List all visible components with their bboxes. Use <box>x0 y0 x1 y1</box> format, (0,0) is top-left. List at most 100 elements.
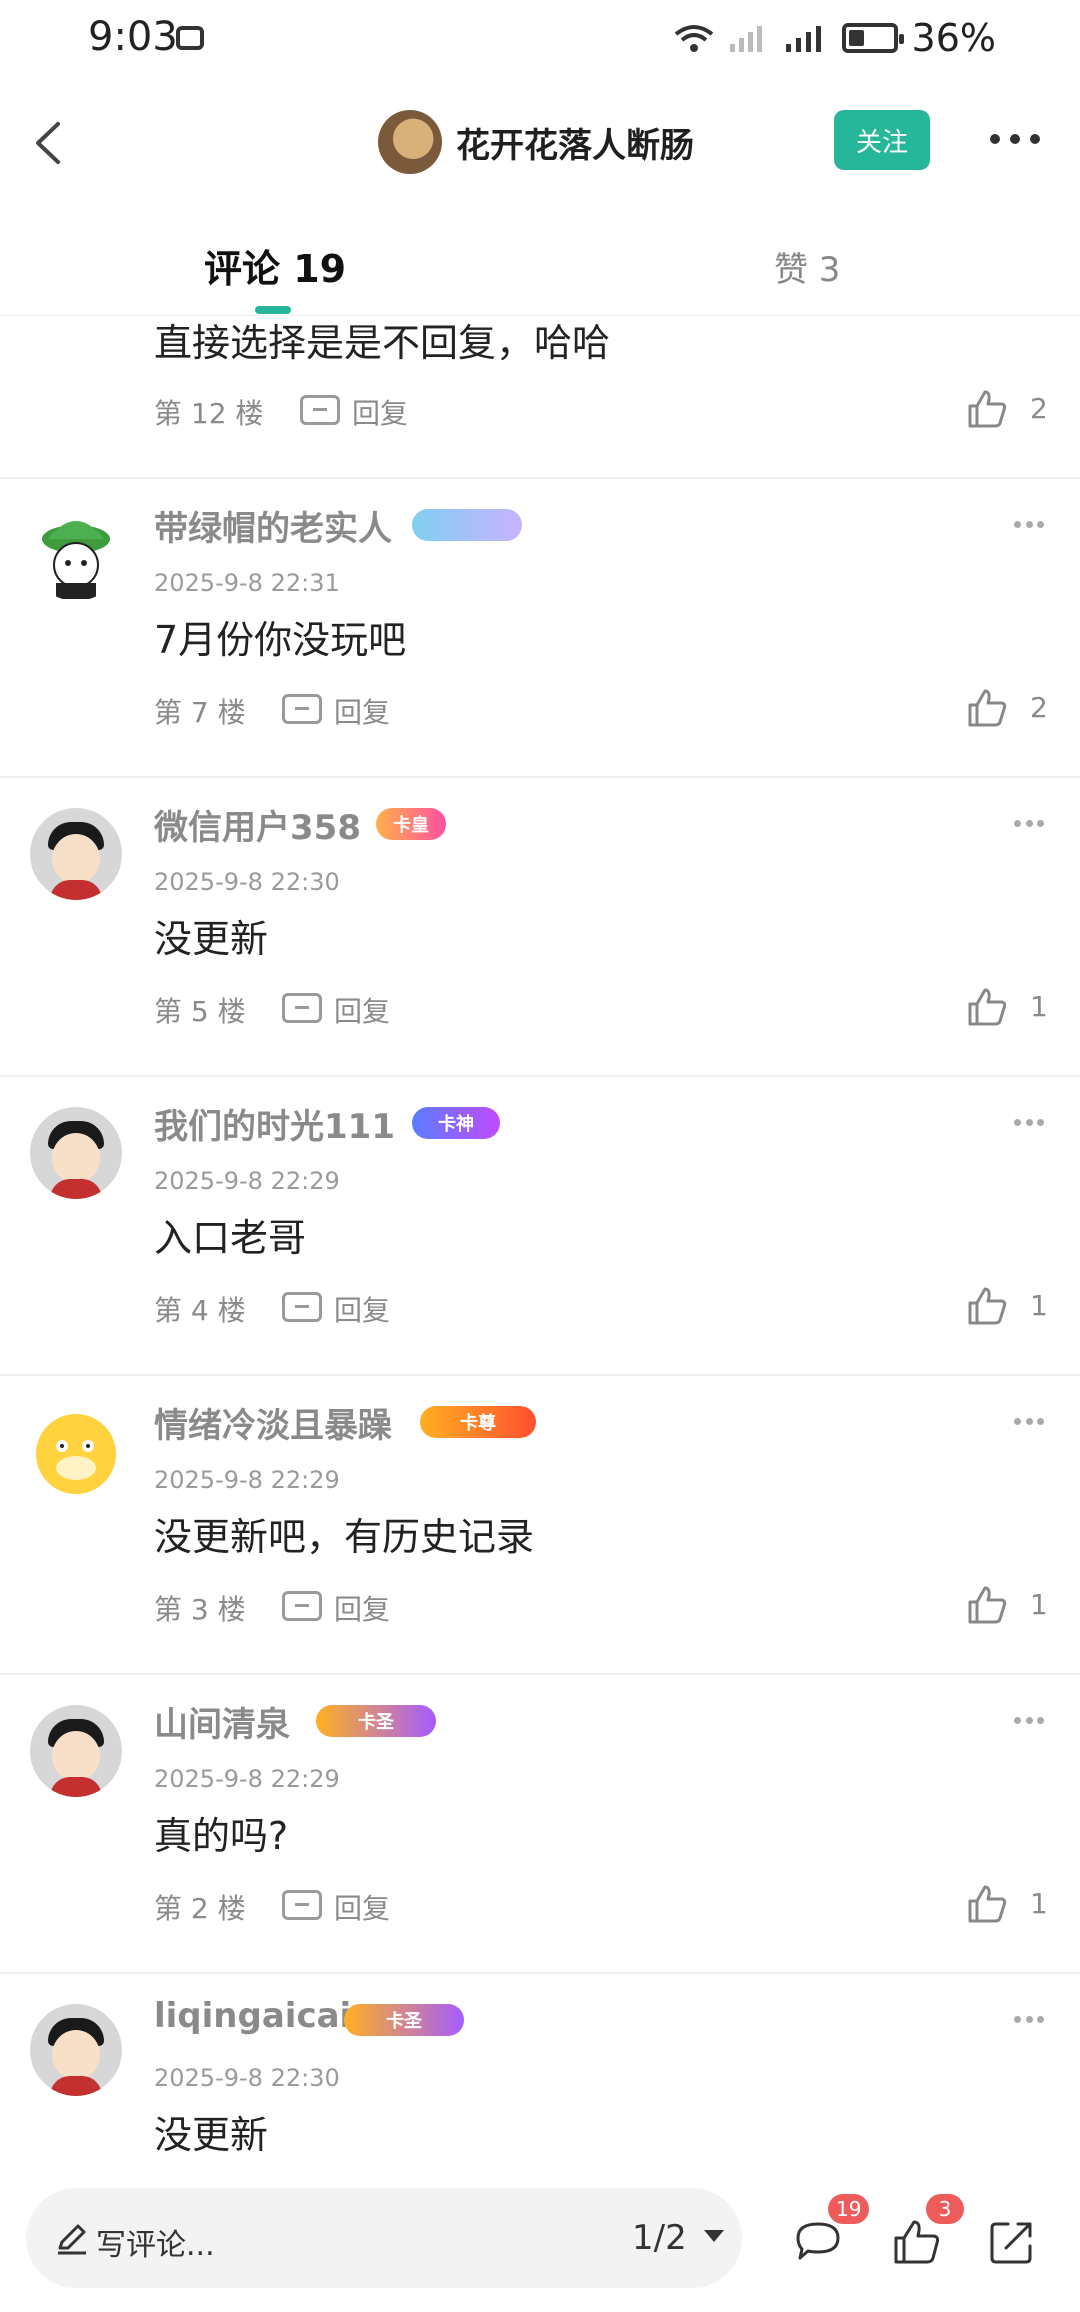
floor-number: 第 4 楼 <box>154 1294 246 1327</box>
header: 花开花落人断肠 关注 <box>0 96 1080 188</box>
chevron-down-icon[interactable] <box>704 2230 724 2242</box>
list-item: 微信用户358 卡皇 2025-9-8 22:30 没更新 第 5 楼 回复 1 <box>0 778 1080 1077</box>
reply-icon[interactable] <box>282 1591 322 1621</box>
comment-date: 2025-9-8 22:29 <box>154 1765 340 1793</box>
like-count: 2 <box>1030 691 1048 724</box>
back-icon[interactable] <box>24 116 78 170</box>
more-icon[interactable] <box>1014 1418 1044 1426</box>
thumbs-up-icon[interactable] <box>966 1883 1008 1925</box>
level-badge: 卡圣 <box>344 2004 464 2036</box>
comment-text: 没更新吧，有历史记录 <box>154 1515 535 1559</box>
like-count: 2 <box>1030 392 1048 425</box>
floor-number: 第 2 楼 <box>154 1892 246 1925</box>
tab-likes[interactable]: 赞 3 <box>774 242 840 291</box>
more-icon[interactable] <box>1014 1119 1044 1127</box>
likes-count-badge: 3 <box>926 2194 964 2224</box>
reply-button[interactable]: 回复 <box>352 392 408 432</box>
reply-icon[interactable] <box>282 993 322 1023</box>
username[interactable]: 情绪冷淡且暴躁 <box>154 1398 392 1447</box>
like-count: 1 <box>1030 990 1048 1023</box>
comment-date: 2025-9-8 22:30 <box>154 868 340 896</box>
floor-number: 第 12 楼 <box>154 397 264 430</box>
avatar[interactable] <box>30 808 122 900</box>
thumbs-up-icon[interactable] <box>966 1285 1008 1327</box>
pencil-icon <box>58 2224 86 2255</box>
list-item: 带绿帽的老实人 2025-9-8 22:31 7月份你没玩吧 第 7 楼 回复 … <box>0 479 1080 778</box>
more-icon[interactable] <box>1014 1717 1044 1725</box>
comment-text: 真的吗? <box>154 1814 289 1858</box>
tab-indicator <box>255 306 291 314</box>
battery-icon <box>841 23 904 53</box>
duck-avatar-icon <box>36 1414 116 1494</box>
comment-date: 2025-9-8 22:30 <box>154 2064 340 2092</box>
level-badge <box>412 509 522 541</box>
reply-button[interactable]: 回复 <box>334 1588 390 1628</box>
comment-placeholder: 写评论... <box>96 2228 215 2263</box>
level-badge: 卡皇 <box>376 808 446 840</box>
reply-button[interactable]: 回复 <box>334 1887 390 1927</box>
list-item: liqingaicai 卡圣 2025-9-8 22:30 没更新 <box>0 1974 1080 2180</box>
list-item: 我们的时光111 卡神 2025-9-8 22:29 入口老哥 第 4 楼 回复… <box>0 1077 1080 1376</box>
username[interactable]: liqingaicai <box>154 1996 351 2036</box>
level-badge: 卡圣 <box>316 1705 436 1737</box>
wifi-icon <box>674 25 713 52</box>
status-bar: 9:03 36% <box>0 0 1080 84</box>
floor-number: 第 3 楼 <box>154 1593 246 1626</box>
reply-icon[interactable] <box>282 694 322 724</box>
battery-percent: 36% <box>911 16 996 60</box>
avatar[interactable] <box>30 1107 122 1199</box>
comment-text: 没更新 <box>154 917 269 961</box>
reply-icon[interactable] <box>300 395 340 425</box>
floor-number: 第 5 楼 <box>154 995 246 1028</box>
username[interactable]: 我们的时光111 <box>154 1099 395 1148</box>
share-icon[interactable] <box>986 2216 1038 2268</box>
list-item: 山间清泉 卡圣 2025-9-8 22:29 真的吗? 第 2 楼 回复 1 <box>0 1675 1080 1974</box>
level-badge: 卡尊 <box>420 1406 536 1438</box>
reply-button[interactable]: 回复 <box>334 990 390 1030</box>
reply-button[interactable]: 回复 <box>334 1289 390 1329</box>
reply-button[interactable]: 回复 <box>334 691 390 731</box>
username[interactable]: 山间清泉 <box>154 1697 290 1746</box>
follow-button[interactable]: 关注 <box>834 110 930 170</box>
reply-icon[interactable] <box>282 1890 322 1920</box>
more-icon[interactable] <box>1014 2016 1044 2024</box>
status-indicators: 36% <box>674 16 996 60</box>
thumbs-up-icon[interactable] <box>890 2216 942 2268</box>
comment-text: 入口老哥 <box>154 1216 307 1260</box>
avatar[interactable] <box>378 110 442 174</box>
avatar[interactable] <box>30 1406 122 1498</box>
list-item: 直接选择是是不回复，哈哈 第 12 楼 回复 2 <box>0 318 1080 479</box>
like-count: 1 <box>1030 1289 1048 1322</box>
thumbs-up-icon[interactable] <box>966 687 1008 729</box>
tv-icon <box>176 26 204 50</box>
more-icon[interactable] <box>1014 521 1044 529</box>
thumbs-up-icon[interactable] <box>966 388 1008 430</box>
avatar[interactable] <box>30 2004 122 2096</box>
username[interactable]: 带绿帽的老实人 <box>154 501 392 550</box>
comment-list[interactable]: 直接选择是是不回复，哈哈 第 12 楼 回复 2 带绿帽的老实人 2025-9-… <box>0 318 1080 2180</box>
tab-comments[interactable]: 评论 19 <box>204 238 346 293</box>
like-count: 1 <box>1030 1887 1048 1920</box>
comment-date: 2025-9-8 22:29 <box>154 1466 340 1494</box>
green-hat-avatar-icon <box>42 521 110 599</box>
thumbs-up-icon[interactable] <box>966 1584 1008 1626</box>
more-icon[interactable] <box>990 134 1040 148</box>
like-count: 1 <box>1030 1588 1048 1621</box>
username[interactable]: 微信用户358 <box>154 800 361 849</box>
comment-text: 直接选择是是不回复，哈哈 <box>154 321 611 365</box>
reply-icon[interactable] <box>282 1292 322 1322</box>
page-indicator[interactable]: 1/2 <box>632 2218 687 2258</box>
signal-icon <box>729 26 762 52</box>
signal-4g-icon <box>785 26 821 52</box>
more-icon[interactable] <box>1014 820 1044 828</box>
bottom-bar: 写评论... 1/2 19 3 <box>0 2180 1080 2312</box>
level-badge: 卡神 <box>412 1107 500 1139</box>
comment-input[interactable]: 写评论... 1/2 <box>26 2188 742 2288</box>
avatar[interactable] <box>30 1705 122 1797</box>
comment-icon[interactable] <box>792 2216 844 2268</box>
avatar[interactable] <box>30 509 122 601</box>
page-title[interactable]: 花开花落人断肠 <box>456 118 694 167</box>
thumbs-up-icon[interactable] <box>966 986 1008 1028</box>
list-item: 情绪冷淡且暴躁 卡尊 2025-9-8 22:29 没更新吧，有历史记录 第 3… <box>0 1376 1080 1675</box>
battery-fill <box>848 30 864 46</box>
